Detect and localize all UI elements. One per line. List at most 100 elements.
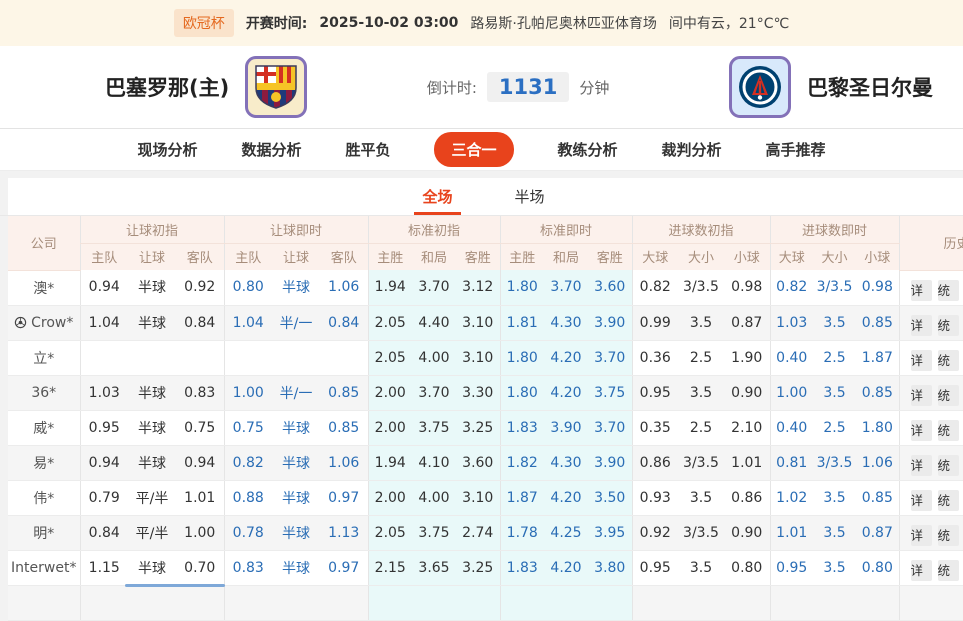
odds-cell-handicap_live-1: 半球 (272, 515, 320, 550)
match-header: 巴塞罗那(主) (0, 46, 963, 129)
odds-cell-std_init-1: 3.70 (412, 375, 456, 410)
odds-cell-goals_live-0: 1.00 (770, 375, 813, 410)
company-name: 威* (33, 421, 54, 437)
company-cell[interactable]: 澳* (8, 270, 80, 305)
company-cell[interactable]: 明* (8, 515, 80, 550)
odds-cell-goals_live-2: 0.80 (856, 550, 899, 585)
nav-item-5[interactable]: 裁判分析 (662, 139, 722, 160)
detail-button[interactable]: 详 (911, 525, 932, 546)
stats-button[interactable]: 统 (938, 315, 959, 336)
odds-cell-goals_live-2: 0.98 (856, 270, 899, 305)
odds-cell-goals_init-0: 0.93 (632, 480, 678, 515)
odds-cell-goals_live-2: 1.80 (856, 410, 899, 445)
league-badge: 欧冠杯 (174, 9, 234, 37)
odds-cell-std_live-0: 1.82 (500, 445, 544, 480)
stats-button[interactable]: 统 (938, 490, 959, 511)
sub-header-2-0: 主胜 (368, 243, 412, 270)
company-cell[interactable]: 36* (8, 375, 80, 410)
stats-button[interactable]: 统 (938, 280, 959, 301)
odds-cell-goals_init-0: 0.86 (632, 445, 678, 480)
nav-item-1[interactable]: 数据分析 (241, 139, 301, 160)
odds-cell-goals_init-1: 3.5 (678, 305, 724, 340)
nav-item-4[interactable]: 教练分析 (558, 139, 618, 160)
tab-full-match[interactable]: 全场 (422, 178, 452, 215)
sub-header-0-2: 客队 (176, 243, 224, 270)
odds-cell-handicap_live-2: 0.85 (320, 375, 368, 410)
odds-cell-std_init-1: 4.10 (412, 445, 456, 480)
detail-button[interactable]: 详 (911, 350, 932, 371)
nav-item-6[interactable]: 高手推荐 (766, 139, 826, 160)
nav-item-0[interactable]: 现场分析 (137, 139, 197, 160)
odds-cell-std_init-0: 2.05 (368, 340, 412, 375)
odds-cell-std_init-1: 3.65 (412, 550, 456, 585)
company-cell[interactable]: 伟* (8, 480, 80, 515)
detail-button[interactable]: 详 (911, 315, 932, 336)
tab-half-match[interactable]: 半场 (515, 178, 545, 215)
stats-button[interactable]: 统 (938, 420, 959, 441)
odds-cell-goals_live-0: 0.95 (770, 550, 813, 585)
odds-cell-std_live-2: 3.95 (588, 515, 632, 550)
company-cell[interactable]: 威* (8, 410, 80, 445)
stats-button[interactable]: 统 (938, 385, 959, 406)
sub-header-1-1: 让球 (272, 243, 320, 270)
odds-cell-std_live-2: 3.70 (588, 410, 632, 445)
odds-cell-handicap_live-2 (320, 340, 368, 375)
table-row: 威*0.95半球0.750.75半球0.852.003.753.251.833.… (8, 410, 963, 445)
odds-cell-goals_init-0: 0.82 (632, 270, 678, 305)
stats-button[interactable]: 统 (938, 455, 959, 476)
odds-cell-handicap_init-2: 0.83 (176, 375, 224, 410)
company-name: Crow* (31, 315, 73, 331)
sub-header-5-1: 大小 (813, 243, 856, 270)
odds-cell-std_init-0: 2.05 (368, 305, 412, 340)
odds-cell-std_live-1: 4.30 (544, 445, 588, 480)
odds-cell-std_init-1: 4.00 (412, 340, 456, 375)
odds-cell-goals_init-0: 0.35 (632, 410, 678, 445)
odds-cell-handicap_init-1: 半球 (128, 550, 176, 585)
away-team-name: 巴黎圣日尔曼 (807, 72, 933, 102)
sub-header-3-0: 主胜 (500, 243, 544, 270)
sub-header-5-2: 小球 (856, 243, 899, 270)
odds-cell-handicap_live-2: 0.97 (320, 550, 368, 585)
odds-cell-goals_live-0: 0.40 (770, 410, 813, 445)
odds-cell-goals_init-1: 3/3.5 (678, 515, 724, 550)
countdown-unit: 分钟 (579, 77, 609, 98)
odds-panel: 全场 半场 公司让球初指让球即时标准初指标准即时进球数初指进球数即时历史主队让球… (8, 178, 963, 621)
odds-cell-goals_live-2: 0.85 (856, 480, 899, 515)
company-column-header: 公司 (8, 216, 80, 270)
stats-button[interactable]: 统 (938, 525, 959, 546)
odds-cell-goals_live-1: 2.5 (813, 410, 856, 445)
company-cell[interactable]: Crow* (8, 305, 80, 340)
nav-item-2[interactable]: 胜平负 (345, 139, 390, 160)
stats-button[interactable]: 统 (938, 560, 959, 581)
odds-cell-std_init-2: 3.30 (456, 375, 500, 410)
history-cell: 详统 (899, 515, 963, 550)
company-name: 立* (33, 351, 54, 367)
company-cell[interactable]: Interwet* (8, 550, 80, 585)
detail-button[interactable]: 详 (911, 280, 932, 301)
odds-cell-goals_init-2: 0.86 (724, 480, 770, 515)
odds-cell-handicap_init-1: 半球 (128, 445, 176, 480)
psg-logo (729, 56, 791, 118)
sub-header-4-2: 小球 (724, 243, 770, 270)
detail-button[interactable]: 详 (911, 560, 932, 581)
company-cell[interactable]: 易* (8, 445, 80, 480)
detail-button[interactable]: 详 (911, 420, 932, 441)
nav-item-3[interactable]: 三合一 (434, 132, 513, 167)
odds-cell-goals_live-1: 2.5 (813, 340, 856, 375)
weather-text: 间中有云，21°C℃ (669, 13, 789, 33)
odds-cell-handicap_live-0: 0.80 (224, 270, 272, 305)
home-team: 巴塞罗那(主) (105, 56, 307, 118)
detail-button[interactable]: 详 (911, 455, 932, 476)
odds-table: 公司让球初指让球即时标准初指标准即时进球数初指进球数即时历史主队让球客队主队让球… (8, 216, 963, 621)
odds-cell-handicap_init-1: 平/半 (128, 480, 176, 515)
odds-cell-goals_init-1: 3/3.5 (678, 445, 724, 480)
company-cell[interactable]: 立* (8, 340, 80, 375)
detail-button[interactable]: 详 (911, 385, 932, 406)
company-name: Interwet* (11, 560, 76, 576)
detail-button[interactable]: 详 (911, 490, 932, 511)
stats-button[interactable]: 统 (938, 350, 959, 371)
odds-cell-std_init-1: 3.70 (412, 270, 456, 305)
table-row-partial (8, 585, 963, 620)
odds-cell-std_live-0: 1.87 (500, 480, 544, 515)
odds-cell-std_init-0: 2.00 (368, 410, 412, 445)
